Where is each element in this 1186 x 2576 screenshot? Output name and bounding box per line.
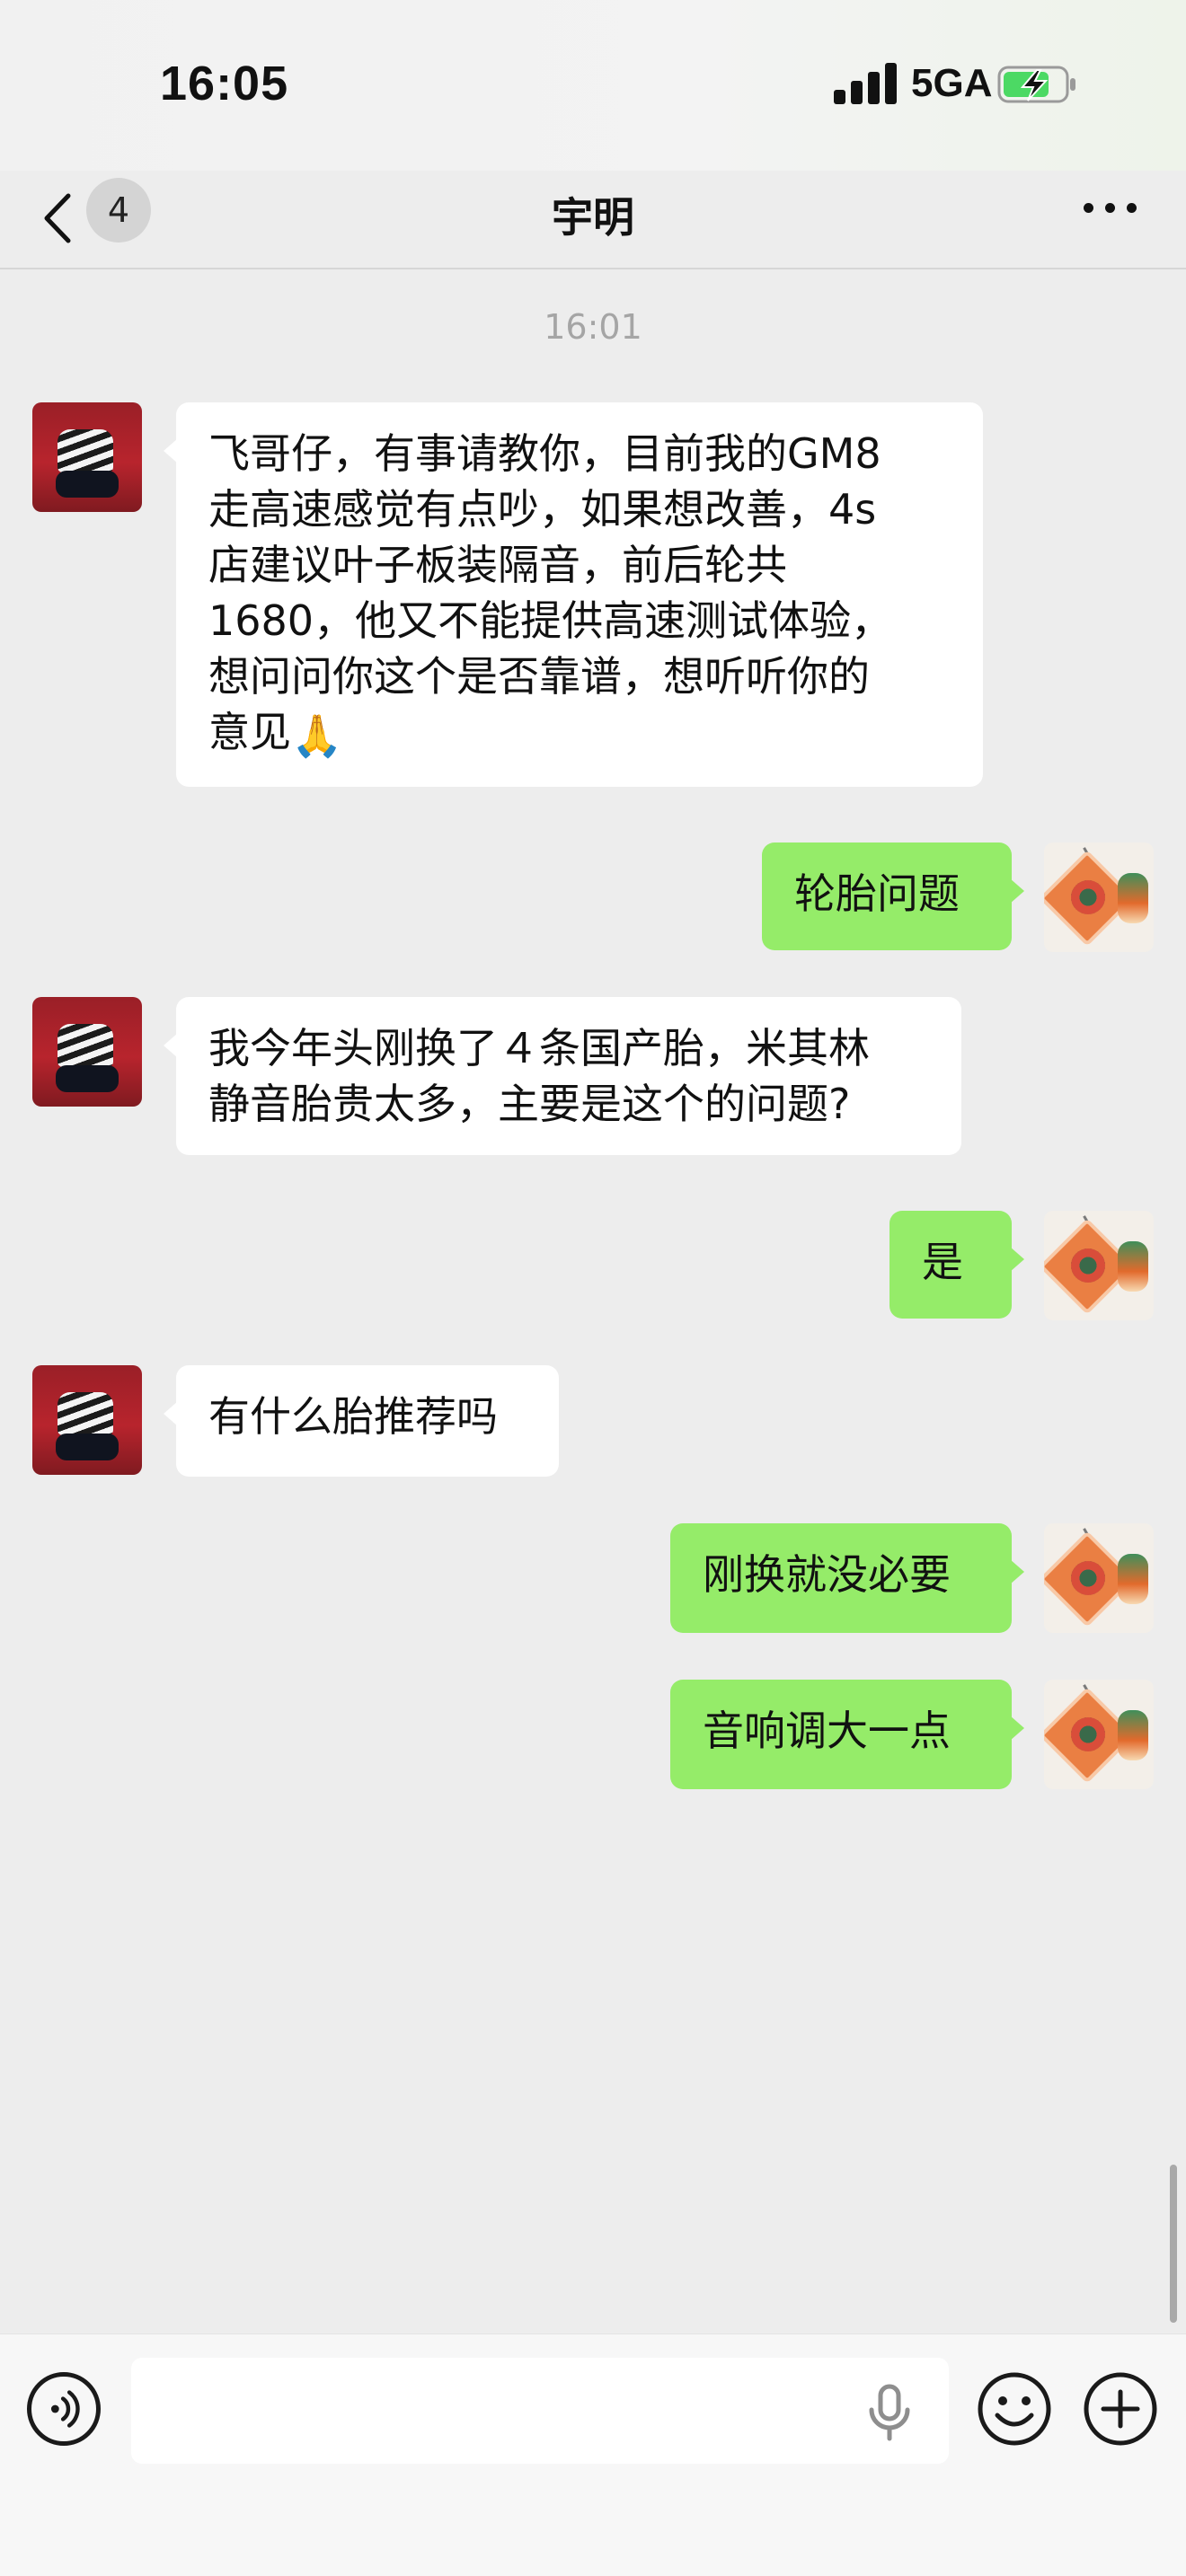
folded-hands-emoji-icon: 🙏 (291, 710, 343, 760)
message-text: 刚换就没必要 (703, 1550, 951, 1599)
battery-charging-icon (997, 66, 1075, 103)
self-avatar[interactable] (1044, 1211, 1154, 1320)
friend-avatar[interactable] (32, 1365, 142, 1475)
scrollbar-thumb[interactable] (1170, 2165, 1177, 2323)
status-bar: 16:05 5GA (0, 0, 1186, 171)
friend-avatar[interactable] (32, 402, 142, 512)
signal-icon (834, 63, 897, 104)
status-time: 16:05 (160, 57, 289, 110)
plus-icon[interactable] (1082, 2370, 1159, 2448)
message-bubble-incoming[interactable]: 有什么胎推荐吗 (164, 1365, 559, 1477)
message-bubble-outgoing[interactable]: 音响调大一点 (670, 1680, 1024, 1789)
message-text: 音响调大一点 (703, 1707, 951, 1755)
microphone-icon[interactable] (863, 2381, 916, 2444)
message-text: 我今年头刚换了４条国产胎，米其林 静音胎贵太多，主要是这个的问题? (208, 1024, 870, 1128)
message-text: 是 (922, 1238, 963, 1286)
message-timestamp: 16:01 (544, 307, 642, 347)
voice-input-icon[interactable] (27, 2372, 101, 2446)
friend-avatar[interactable] (32, 997, 142, 1107)
more-icon[interactable] (1078, 194, 1141, 221)
message-bubble-incoming[interactable]: 飞哥仔，有事请教你，目前我的GM8 走高速感觉有点吵，如果想改善，4s 店建议叶… (164, 402, 983, 787)
self-avatar[interactable] (1044, 1680, 1154, 1789)
message-bubble-outgoing[interactable]: 是 (890, 1211, 1024, 1319)
message-input[interactable] (131, 2358, 949, 2464)
self-avatar[interactable] (1044, 842, 1154, 952)
emoji-icon[interactable] (976, 2370, 1053, 2448)
message-bubble-outgoing[interactable]: 刚换就没必要 (670, 1523, 1024, 1633)
input-bar (0, 2333, 1186, 2576)
network-label: 5GA (911, 61, 993, 105)
chat-title: 宇明 (552, 193, 634, 242)
message-bubble-incoming[interactable]: 我今年头刚换了４条国产胎，米其林 静音胎贵太多，主要是这个的问题? (164, 997, 961, 1155)
message-text: 有什么胎推荐吗 (208, 1392, 498, 1441)
nav-bar: 4 宇明 (0, 171, 1186, 269)
message-bubble-outgoing[interactable]: 轮胎问题 (762, 842, 1024, 950)
message-text: 轮胎问题 (794, 869, 960, 918)
self-avatar[interactable] (1044, 1523, 1154, 1633)
